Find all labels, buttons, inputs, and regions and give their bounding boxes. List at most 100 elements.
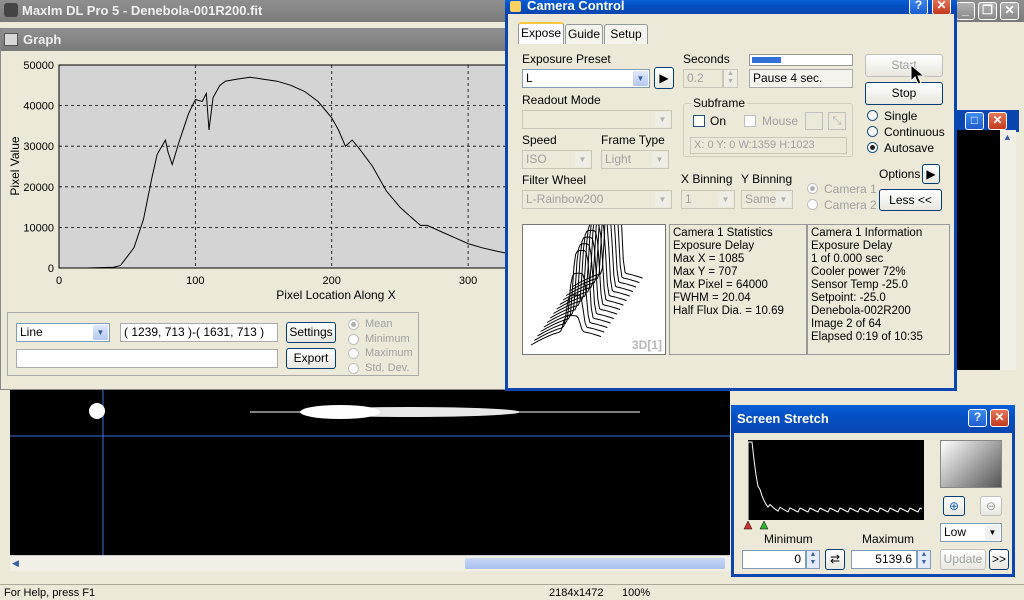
minimum-spinner[interactable]: ▲ ▼: [806, 550, 820, 569]
less-button[interactable]: Less <<: [879, 189, 942, 211]
secondary-field[interactable]: [16, 349, 278, 368]
graph-title: Graph: [23, 32, 62, 47]
camera-close-button[interactable]: ✕: [932, 0, 951, 15]
readout-mode-select[interactable]: ▼: [522, 110, 672, 129]
coords-field[interactable]: ( 1239, 713 )-( 1631, 713 ): [120, 323, 278, 342]
options-menu-button[interactable]: ▶: [922, 164, 940, 184]
app-close-button[interactable]: ✕: [1000, 2, 1019, 20]
exposure-preset-select[interactable]: L ▼: [522, 69, 650, 88]
stats-line: Camera 1 Statistics: [673, 227, 773, 239]
y-tick-label: 10000: [23, 222, 54, 234]
camera2-radio[interactable]: [807, 199, 818, 210]
filter-wheel-select[interactable]: L-Rainbow200 ▼: [522, 190, 672, 209]
graph-icon: [4, 33, 18, 46]
y-tick-label: 20000: [23, 182, 54, 194]
stat-radio-minimum[interactable]: [348, 333, 359, 345]
swap-button[interactable]: ⇄: [825, 549, 845, 570]
zoom-in-button[interactable]: ⊕: [943, 496, 965, 516]
chevron-down-icon[interactable]: ▼: [652, 152, 667, 167]
stretch-preview: [940, 440, 1002, 488]
info-line: Sensor Temp -25.0: [811, 279, 908, 291]
y-binning-label: Y Binning: [741, 172, 793, 186]
zoom-out-icon: ⊖: [985, 499, 997, 513]
info-line: Camera 1 Information: [811, 227, 923, 239]
chevron-down-icon[interactable]: ▼: [655, 192, 670, 207]
y-binning-select[interactable]: Same ▼: [741, 190, 793, 209]
frame-type-select[interactable]: Light ▼: [601, 150, 669, 169]
single-radio[interactable]: [867, 110, 878, 121]
status-image-size: 2184x1472: [549, 587, 604, 599]
y-tick-label: 40000: [23, 101, 54, 113]
maximum-input[interactable]: 5139.6: [851, 550, 917, 569]
scroll-left-icon[interactable]: ◀: [12, 558, 19, 569]
minimize-button[interactable]: _: [956, 2, 975, 20]
info-line: 1 of 0.000 sec: [811, 253, 884, 265]
start-button[interactable]: Start: [865, 54, 943, 77]
image-close-button[interactable]: ✕: [988, 112, 1007, 130]
stat-radio-std-dev-[interactable]: [348, 362, 359, 374]
subframe-on-checkbox[interactable]: [693, 115, 705, 127]
chevron-down-icon[interactable]: ▼: [718, 192, 733, 207]
chevron-down-icon[interactable]: ▼: [985, 525, 1000, 540]
x-binning-select[interactable]: 1 ▼: [681, 190, 735, 209]
x-binning-value: 1: [685, 192, 692, 206]
stretch-histogram[interactable]: [747, 440, 924, 520]
subframe-select-icon[interactable]: [805, 112, 823, 130]
horizontal-scrollbar[interactable]: ◀: [10, 555, 730, 571]
chevron-down-icon[interactable]: ▼: [776, 192, 791, 207]
y-binning-value: Same: [745, 192, 777, 206]
seconds-input[interactable]: 0.2: [683, 69, 723, 88]
stretch-mode-select[interactable]: Low ▼: [940, 523, 1002, 542]
camera-help-button[interactable]: ?: [909, 0, 928, 15]
scroll-up-icon[interactable]: ▲: [1003, 132, 1012, 142]
exposure-preset-value: L: [526, 71, 533, 85]
autosave-radio[interactable]: [867, 142, 878, 153]
seconds-spinner[interactable]: ▲ ▼: [723, 69, 738, 88]
preset-menu-button[interactable]: ▶: [654, 67, 674, 89]
subframe-mouse-checkbox[interactable]: [744, 115, 756, 127]
zoom-in-icon: ⊕: [948, 499, 960, 513]
speed-select[interactable]: ISO ▼: [522, 150, 592, 169]
x-tick-label: 100: [186, 275, 204, 287]
maximum-spinner[interactable]: ▲ ▼: [917, 550, 931, 569]
subframe-full-icon[interactable]: ⤡: [828, 112, 846, 130]
continuous-radio[interactable]: [867, 126, 878, 137]
options-label[interactable]: Options: [879, 167, 920, 181]
update-button[interactable]: Update: [940, 549, 986, 570]
camera1-radio[interactable]: [807, 183, 818, 194]
minimum-marker-icon[interactable]: [743, 520, 753, 530]
screen-stretch-window: ⊕ ⊖ Minimum Maximum 0 ▲ ▼ ⇄ 5139.6 ▲ ▼ Low…: [731, 433, 1015, 577]
tab-setup[interactable]: Setup: [604, 24, 648, 44]
chevron-down-icon[interactable]: ▼: [655, 112, 670, 127]
restore-button[interactable]: ❐: [978, 2, 997, 20]
3d-plot-label: 3D[1]: [631, 338, 662, 352]
mode-select[interactable]: Line ▼: [16, 323, 110, 342]
stretch-help-button[interactable]: ?: [968, 409, 987, 427]
stretch-close-button[interactable]: ✕: [990, 409, 1009, 427]
triangle-right-icon: ▶: [926, 167, 936, 181]
chevron-down-icon[interactable]: ▼: [93, 325, 108, 340]
image-maximize-button[interactable]: □: [965, 112, 984, 130]
stretch-mode-value: Low: [944, 525, 967, 539]
chevron-down-icon[interactable]: ▼: [575, 152, 590, 167]
more-button[interactable]: >>: [989, 549, 1009, 570]
tab-expose[interactable]: Expose: [518, 22, 564, 44]
triangle-right-icon: ▶: [659, 71, 669, 85]
vertical-scrollbar[interactable]: ▲: [1000, 130, 1016, 370]
stat-label: Mean: [365, 318, 393, 330]
scroll-thumb[interactable]: [465, 558, 725, 569]
tab-guide[interactable]: Guide: [565, 24, 603, 44]
stat-radio-mean[interactable]: [348, 319, 359, 330]
minimum-input[interactable]: 0: [742, 550, 806, 569]
y-axis-label: Pixel Value: [8, 136, 22, 195]
image-view[interactable]: [10, 390, 730, 555]
chevron-down-icon[interactable]: ▼: [633, 71, 648, 86]
export-button[interactable]: Export: [286, 348, 336, 369]
stop-button[interactable]: Stop: [865, 82, 943, 105]
histogram-markers: [743, 520, 769, 530]
settings-button[interactable]: Settings: [286, 322, 336, 343]
subframe-coords: X: 0 Y: 0 W:1359 H:1023: [690, 137, 847, 154]
zoom-out-button[interactable]: ⊖: [980, 496, 1002, 516]
stat-radio-maximum[interactable]: [348, 348, 359, 359]
maximum-marker-icon[interactable]: [759, 520, 769, 530]
